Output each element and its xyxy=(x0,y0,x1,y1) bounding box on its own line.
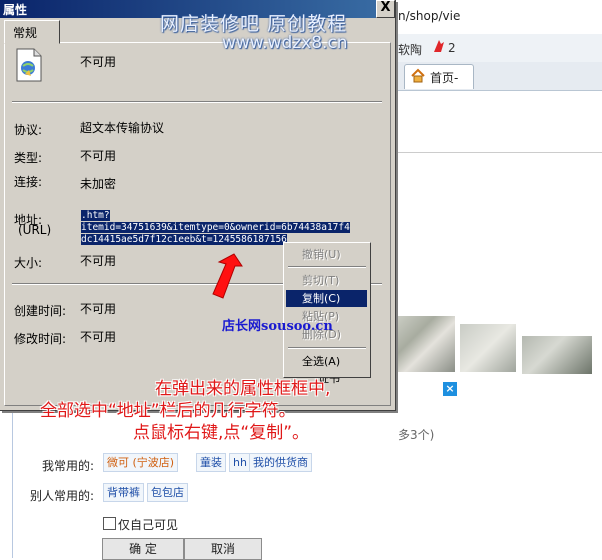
watermark-title: 网店装修吧 原创教程 xyxy=(160,13,348,35)
address-line[interactable]: dc14415ae5d7f12c1eeb&t=1245586187156 xyxy=(81,234,287,245)
size-label: 大小: xyxy=(14,256,43,270)
tag-chip[interactable]: hh xyxy=(229,453,251,472)
menu-separator xyxy=(288,347,366,349)
menu-separator xyxy=(288,266,366,268)
instruction-line: 在弹出来的属性框框中, xyxy=(155,379,331,399)
product-thumbnail[interactable] xyxy=(522,336,592,374)
site-watermark: 店长网sousoo.cn xyxy=(222,319,333,334)
tag-chip[interactable]: 童装 xyxy=(196,453,226,472)
modified-label: 修改时间: xyxy=(14,332,67,346)
connection-value: 未加密 xyxy=(80,177,117,191)
file-name: 不可用 xyxy=(80,55,117,69)
panel-border xyxy=(12,410,13,558)
address-sublabel: (URL) xyxy=(18,223,52,237)
instruction-line: 全部选中“地址”栏后的几行字符。 xyxy=(40,401,296,421)
divider xyxy=(12,101,382,103)
product-thumbnail[interactable] xyxy=(460,324,516,372)
tag-chip[interactable]: 包包店 xyxy=(147,483,188,502)
self-only-checkbox[interactable] xyxy=(103,517,116,530)
home-icon xyxy=(411,68,425,83)
address-line[interactable]: itemid=34751639&itemtype=0&ownerid=6b744… xyxy=(81,222,350,233)
created-label: 创建时间: xyxy=(14,304,67,318)
close-icon[interactable]: × xyxy=(443,382,457,396)
instruction-line: 点鼠标右键,点“复制”。 xyxy=(133,423,310,443)
pointer-arrow-icon xyxy=(212,253,243,299)
favorite-link[interactable]: 软陶 xyxy=(398,41,422,58)
address-line[interactable]: .htm? xyxy=(81,210,110,221)
menu-item-select-all[interactable]: 全选(A) xyxy=(286,353,367,370)
created-value: 不可用 xyxy=(80,302,117,316)
tag-chip[interactable]: 微可 (宁波店) xyxy=(103,453,179,472)
self-only-label: 仅自己可见 xyxy=(118,518,179,532)
modified-value: 不可用 xyxy=(80,330,117,344)
tag-chip[interactable]: 背带裤 xyxy=(103,483,144,502)
context-menu: 撤销(U) 剪切(T) 复制(C) 粘贴(P) 删除(D) 全选(A) xyxy=(283,242,371,378)
favorite-bookmark-icon[interactable] xyxy=(432,38,446,54)
protocol-label: 协议: xyxy=(14,123,43,137)
type-value: 不可用 xyxy=(80,149,117,163)
address-bar-url: n/shop/vie xyxy=(398,9,461,23)
connection-label: 连接: xyxy=(14,175,43,189)
html-document-icon xyxy=(16,48,42,82)
dialog-close-button[interactable]: X xyxy=(376,0,395,18)
cancel-button[interactable]: 取消 xyxy=(184,538,262,560)
type-label: 类型: xyxy=(14,151,43,165)
tab-general-label: 常规 xyxy=(13,26,38,40)
favorites-bar xyxy=(395,34,602,63)
tag-count-text: 多3个) xyxy=(398,428,435,442)
menu-item-copy[interactable]: 复制(C) xyxy=(286,290,367,307)
favorite-count: 2 xyxy=(448,41,456,55)
protocol-value: 超文本传输协议 xyxy=(80,121,165,135)
browser-tab-label: 首页- xyxy=(430,71,459,85)
tag-chip[interactable]: 我的供货商 xyxy=(249,453,312,472)
watermark-url: www.wdzx8.cn xyxy=(222,33,348,53)
my-common-label: 我常用的: xyxy=(42,459,95,473)
others-common-label: 别人常用的: xyxy=(30,489,95,503)
dialog-title: 属性 xyxy=(3,3,28,17)
menu-item-undo[interactable]: 撤销(U) xyxy=(286,246,367,263)
confirm-button[interactable]: 确 定 xyxy=(102,538,184,560)
menu-item-cut[interactable]: 剪切(T) xyxy=(286,272,367,289)
page-divider xyxy=(395,152,602,153)
size-value: 不可用 xyxy=(80,254,117,268)
address-field[interactable]: .htm? itemid=34751639&itemtype=0&ownerid… xyxy=(81,210,371,246)
